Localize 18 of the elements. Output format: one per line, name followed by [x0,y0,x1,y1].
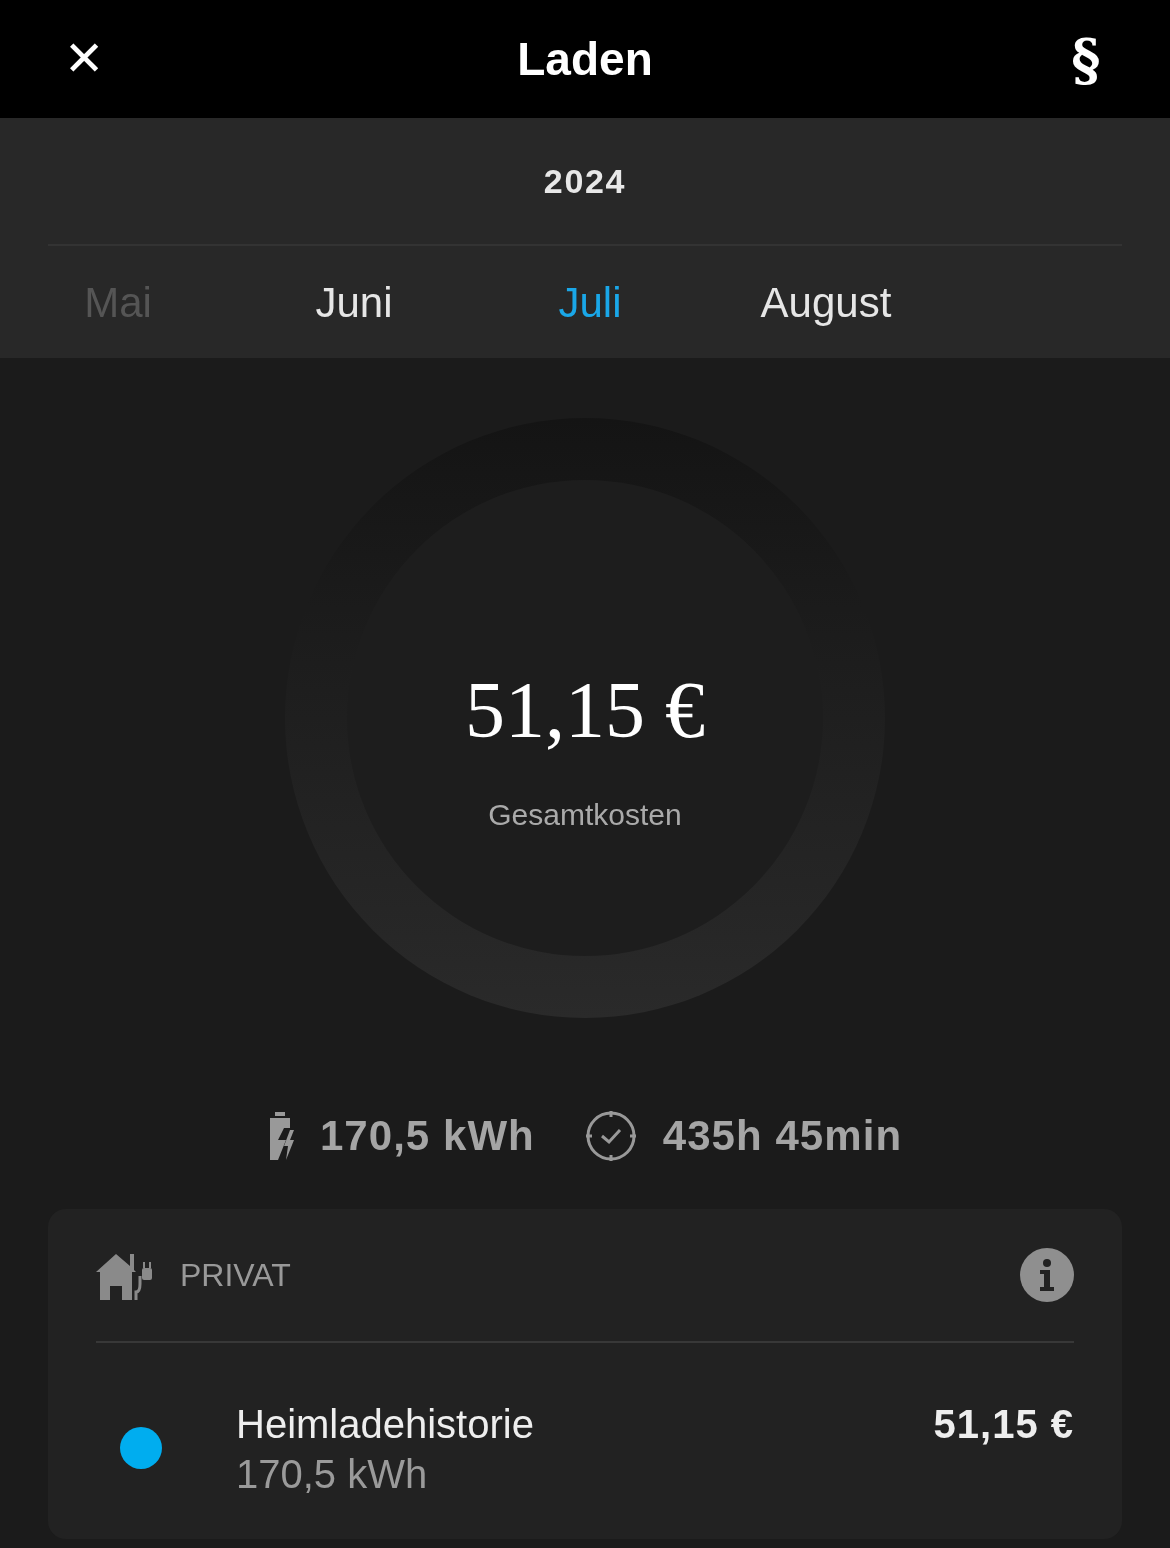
clock-icon [584,1109,637,1162]
category-title: PRIVAT [180,1256,291,1295]
stat-value: 435h 45min [662,1111,903,1161]
month-tab[interactable]: August [760,270,892,334]
year-label: 2024 [543,160,627,202]
total-label: Gesamtkosten [488,796,682,833]
info-icon[interactable] [1020,1248,1074,1302]
entry-energy: 170,5 kWh [236,1451,429,1498]
month-tab[interactable]: Juni [315,270,393,334]
legal-button[interactable]: § [1064,31,1108,87]
stat-value: 170,5 kWh [319,1111,535,1161]
total-amount: 51,15 € [465,669,705,750]
entry-cost: 51,15 € [933,1401,1074,1448]
entry-name: Heimladehistorie [236,1401,535,1448]
battery-bolt-icon [267,1111,294,1160]
page-title: Laden [517,31,653,87]
month-tab[interactable]: Juli [558,270,622,334]
close-button[interactable]: ✕ [62,35,106,83]
